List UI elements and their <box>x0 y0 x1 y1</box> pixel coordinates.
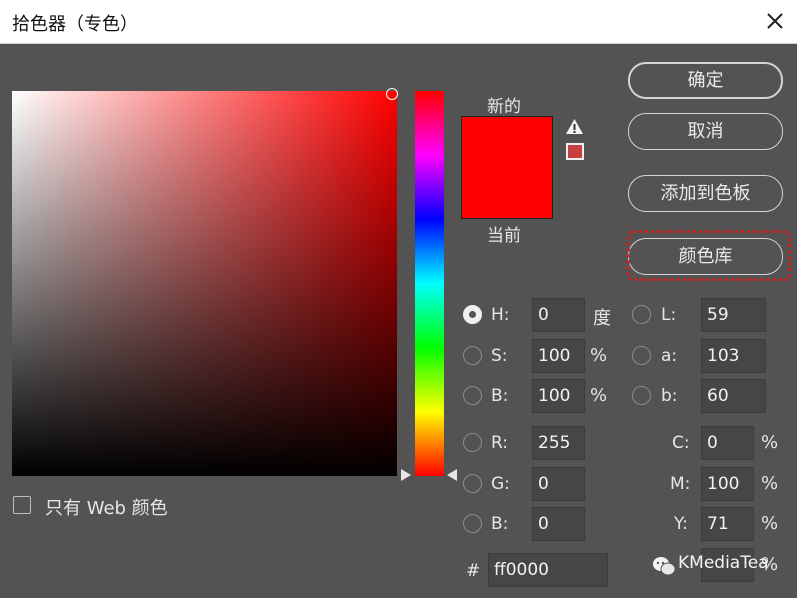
color-field[interactable] <box>12 91 397 476</box>
hue-slider[interactable] <box>415 91 444 476</box>
title-bar: 拾色器（专色） <box>0 0 797 44</box>
green-label: G: <box>491 474 510 494</box>
lightness-field[interactable]: 59 <box>701 298 766 332</box>
hue-field[interactable]: 0 <box>532 298 585 332</box>
ok-button[interactable]: 确定 <box>628 62 783 99</box>
red-label: R: <box>491 433 509 453</box>
color-preview <box>461 116 553 219</box>
saturation-label: S: <box>491 346 508 366</box>
yellow-label: Y: <box>674 514 688 534</box>
lab-a-field[interactable]: 103 <box>701 339 766 373</box>
cancel-button[interactable]: 取消 <box>628 113 783 150</box>
blue-field[interactable]: 0 <box>532 507 585 541</box>
current-color-swatch[interactable] <box>462 167 552 218</box>
red-radio[interactable] <box>463 433 482 452</box>
current-color-label: 当前 <box>487 226 521 246</box>
hue-label: H: <box>491 305 510 325</box>
web-colors-only-checkbox[interactable] <box>13 496 31 514</box>
green-field[interactable]: 0 <box>532 467 585 501</box>
lightness-label: L: <box>661 305 677 325</box>
hex-field[interactable]: ff0000 <box>488 553 608 587</box>
brightness-radio[interactable] <box>463 386 482 405</box>
brightness-unit: % <box>590 385 608 406</box>
saturation-unit: % <box>590 345 608 366</box>
lab-b-radio[interactable] <box>632 386 651 405</box>
window-title: 拾色器（专色） <box>12 14 138 35</box>
lab-b-field[interactable]: 60 <box>701 379 766 413</box>
hue-radio[interactable] <box>463 305 482 324</box>
saturation-radio[interactable] <box>463 346 482 365</box>
lab-a-label: a: <box>661 346 678 366</box>
lab-b-label: b: <box>661 386 678 406</box>
blue-label: B: <box>491 514 509 534</box>
saturation-field[interactable]: 100 <box>532 339 585 373</box>
color-field-marker[interactable] <box>386 88 398 100</box>
websafe-swatch-icon[interactable] <box>566 143 584 160</box>
hex-label: # <box>466 561 481 581</box>
new-color-label: 新的 <box>487 97 521 117</box>
green-radio[interactable] <box>463 474 482 493</box>
hue-unit: 度 <box>593 308 611 329</box>
color-libraries-highlight <box>627 230 791 281</box>
gamut-warning-icon[interactable] <box>565 118 584 135</box>
magenta-field[interactable]: 100 <box>701 467 754 501</box>
web-colors-only-label: 只有 Web 颜色 <box>45 498 168 519</box>
red-field[interactable]: 255 <box>532 426 585 460</box>
yellow-unit: % <box>761 513 779 534</box>
add-to-swatches-button[interactable]: 添加到色板 <box>628 175 783 212</box>
new-color-swatch <box>462 117 552 168</box>
yellow-field[interactable]: 71 <box>701 507 754 541</box>
hue-slider-left-handle[interactable] <box>401 469 411 481</box>
cyan-label: C: <box>672 433 690 453</box>
brightness-label: B: <box>491 386 509 406</box>
wechat-icon <box>653 557 676 576</box>
close-icon[interactable] <box>760 6 790 36</box>
brightness-field[interactable]: 100 <box>532 379 585 413</box>
hue-slider-right-handle[interactable] <box>447 469 457 481</box>
watermark-text: KMediaTea <box>678 553 769 573</box>
cyan-field[interactable]: 0 <box>701 426 754 460</box>
blue-radio[interactable] <box>463 514 482 533</box>
lab-a-radio[interactable] <box>632 346 651 365</box>
lightness-radio[interactable] <box>632 305 651 324</box>
magenta-label: M: <box>670 474 691 494</box>
magenta-unit: % <box>761 473 779 494</box>
cyan-unit: % <box>761 432 779 453</box>
